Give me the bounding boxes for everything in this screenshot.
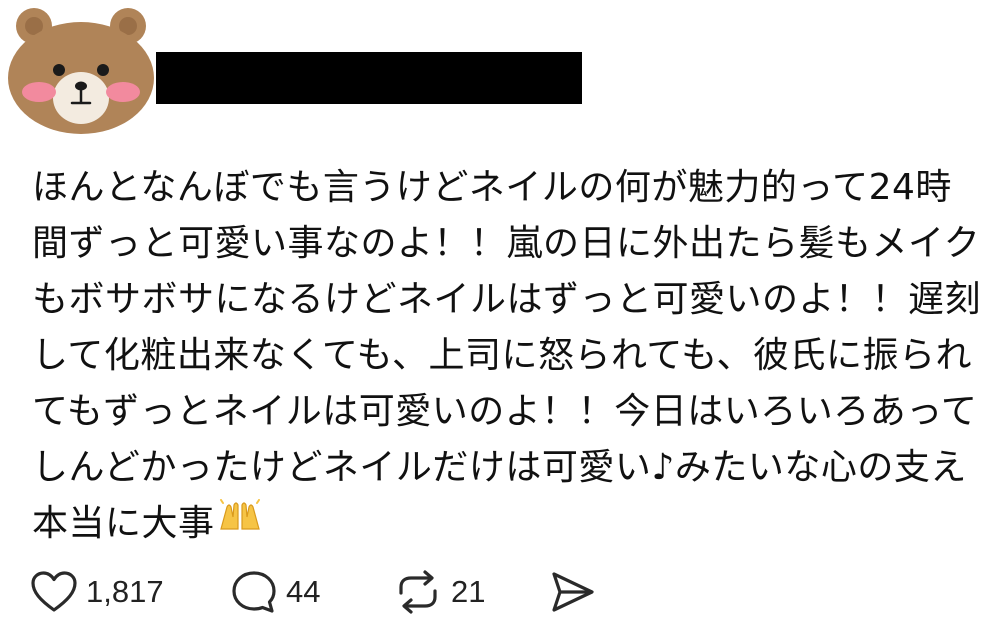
bear-avatar-icon [8,8,154,134]
repost-icon [393,569,443,615]
post-text-line: 本当に大事 [32,503,215,544]
repost-button[interactable]: 21 [393,562,485,622]
raising-hands-emoji-icon [217,494,263,550]
post-text-last-line: 本当に大事 [32,496,982,552]
post-card: ほんとなんぼでも言うけどネイルの何が魅力的って24時 間ずっと可愛い事なのよ！！… [0,0,1000,635]
like-button[interactable]: 1,817 [30,562,164,622]
avatar[interactable] [6,6,156,136]
heart-icon [30,570,78,614]
like-count: 1,817 [86,574,164,609]
post-text-line: もボサボサになるけどネイルはずっと可愛いのよ！！遅刻 [32,279,982,320]
action-bar: 1,817 44 21 [0,562,1000,622]
share-button[interactable] [548,562,596,622]
repost-count: 21 [451,574,486,609]
post-text-line: てもずっとネイルは可愛いのよ！！今日はいろいろあって [32,391,978,432]
username-redacted [156,52,582,104]
post-text-line: ほんとなんぼでも言うけどネイルの何が魅力的って24時 [32,167,952,208]
reply-count: 44 [286,574,321,609]
post-text-line: して化粧出来なくても、上司に怒られても、彼氏に振られ [32,335,973,376]
reply-button[interactable]: 44 [230,562,320,622]
post-body: ほんとなんぼでも言うけどネイルの何が魅力的って24時 間ずっと可愛い事なのよ！！… [32,160,982,552]
comment-icon [230,569,278,615]
post-text-line: しんどかったけどネイルだけは可愛い♪みたいな心の支え [32,447,967,488]
post-text-line: 間ずっと可愛い事なのよ！！嵐の日に外出たら髪もメイク [32,223,981,264]
send-icon [548,569,596,615]
